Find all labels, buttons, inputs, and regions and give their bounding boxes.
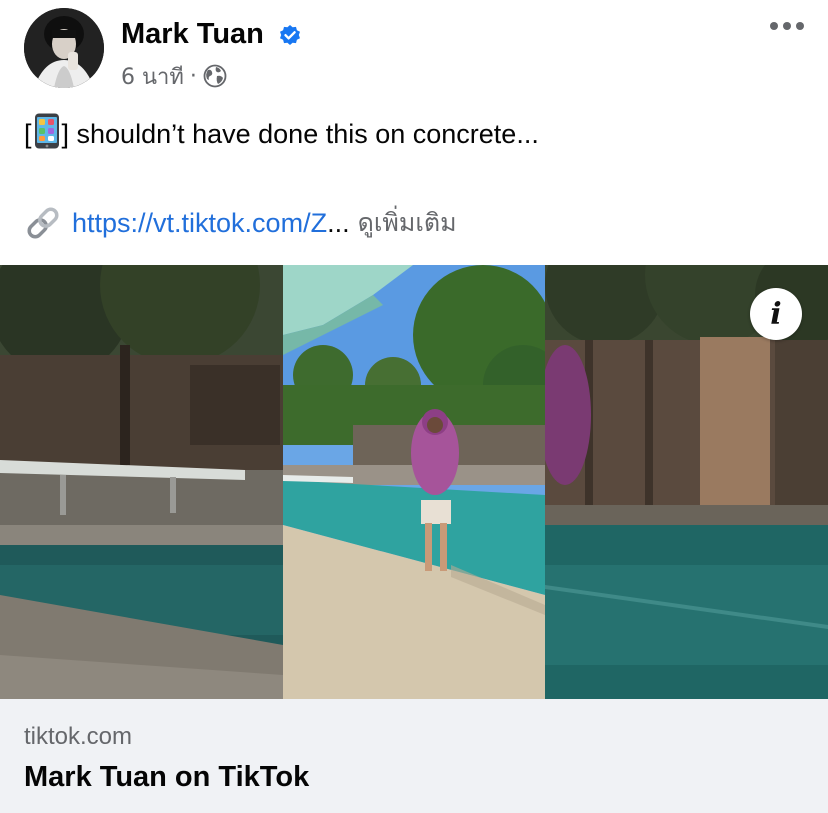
verified-badge-icon (280, 25, 300, 45)
video-frame-left (0, 265, 283, 699)
video-frame-middle (283, 265, 545, 699)
post-url[interactable]: https://vt.tiktok.com/Z (72, 200, 327, 246)
link-preview-card[interactable]: tiktok.com Mark Tuan on TikTok (0, 699, 828, 813)
mobile-phone-emoji (34, 113, 59, 149)
link-domain: tiktok.com (24, 723, 133, 750)
message-text: ] shouldn’t have done this on concrete..… (61, 119, 539, 149)
post-message: [ ] shouldn’t have done this on concrete… (24, 112, 539, 156)
more-options-icon[interactable] (770, 16, 804, 36)
meta-separator: · (189, 63, 197, 89)
globe-icon[interactable] (203, 64, 227, 88)
see-more-link[interactable]: ดูเพิ่มเติม (358, 200, 457, 246)
link-title[interactable]: Mark Tuan on TikTok (24, 761, 309, 794)
info-icon[interactable]: i (750, 288, 802, 340)
author-avatar[interactable] (24, 8, 104, 88)
more-dot (783, 22, 791, 30)
message-bracket: [ (24, 119, 32, 149)
tiktok-preview-image[interactable] (0, 265, 828, 699)
post-header: Mark Tuan 6 นาที · (0, 0, 828, 100)
post-timestamp[interactable]: 6 นาที (121, 59, 184, 94)
url-ellipsis: ... (327, 208, 350, 238)
link-icon (27, 207, 59, 239)
more-dot (796, 22, 804, 30)
author-name[interactable]: Mark Tuan (121, 16, 264, 52)
more-dot (770, 22, 778, 30)
post-meta: 6 นาที · (121, 61, 227, 91)
post-link-line: https://vt.tiktok.com/Z... ดูเพิ่มเติม (24, 200, 457, 246)
